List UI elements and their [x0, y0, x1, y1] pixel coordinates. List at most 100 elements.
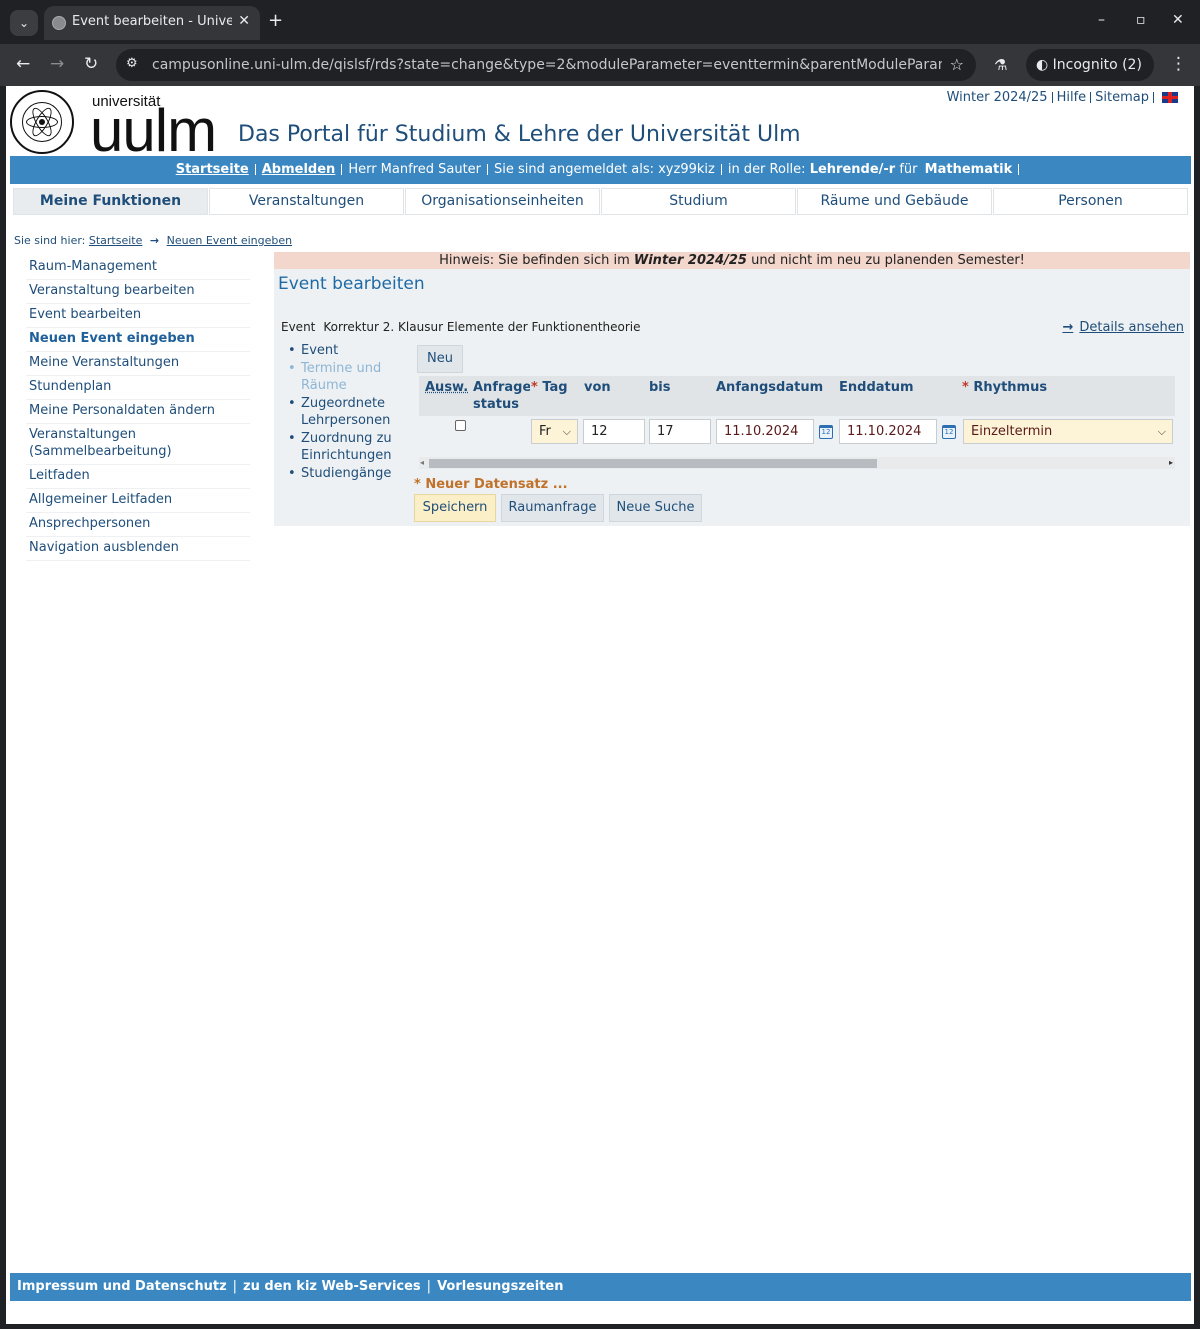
calendar-day: 12: [821, 428, 831, 436]
rhythmus-select-value: Einzeltermin: [971, 424, 1053, 439]
nav-studium[interactable]: Studium: [601, 188, 796, 215]
footer: Impressum und Datenschutz | zu den kiz Web…: [10, 1273, 1191, 1301]
nav-raeume-gebaeude[interactable]: Räume und Gebäude: [797, 188, 992, 215]
sidebar-item-personaldaten[interactable]: Meine Personaldaten ändern: [26, 400, 250, 424]
details-link[interactable]: → Details ansehen: [1058, 320, 1184, 335]
incognito-button[interactable]: ◐ Incognito (2): [1026, 49, 1154, 81]
sidebar-item-ansprechpersonen[interactable]: Ansprechpersonen: [26, 513, 250, 537]
row-select-checkbox[interactable]: [455, 420, 466, 431]
top-links: Winter 2024/25 Hilfe Sitemap: [947, 90, 1178, 105]
enddatum-input[interactable]: 11.10.2024: [839, 419, 937, 444]
sidebar-item-meine-veranstaltungen[interactable]: Meine Veranstaltungen: [26, 352, 250, 376]
room-request-button[interactable]: Raumanfrage: [501, 494, 604, 522]
event-info: Event Korrektur 2. Klausur Elemente der F…: [281, 320, 641, 334]
required-marker: *: [962, 380, 969, 395]
nav-veranstaltungen[interactable]: Veranstaltungen: [209, 188, 404, 215]
event-label: Event: [281, 320, 316, 334]
new-button[interactable]: Neu: [417, 345, 463, 373]
col-von-label: von: [584, 380, 611, 395]
breadcrumb-current[interactable]: Neuen Event eingeben: [167, 234, 292, 247]
col-tag: * Tag: [530, 376, 581, 416]
english-flag-icon[interactable]: [1162, 92, 1178, 103]
col-von: von: [581, 376, 646, 416]
scroll-left-icon[interactable]: ◂: [420, 457, 424, 469]
subnav-einrichtungen[interactable]: Zuordnung zu Einrichtungen: [286, 430, 396, 465]
tag-select[interactable]: Fr ⌵: [531, 419, 578, 444]
minimize-icon[interactable]: –: [1098, 12, 1105, 28]
logout-link[interactable]: Abmelden: [262, 162, 336, 177]
browser-tab[interactable]: Event bearbeiten - Univer ✕: [44, 6, 260, 40]
sidebar-item-veranstaltung-bearbeiten[interactable]: Veranstaltung bearbeiten: [26, 280, 250, 304]
reload-icon[interactable]: ↻: [84, 54, 98, 74]
calendar-day: 12: [944, 428, 954, 436]
calendar-icon[interactable]: 12: [819, 425, 833, 439]
nav-organisationseinheiten[interactable]: Organisationseinheiten: [405, 188, 600, 215]
scrollbar-thumb[interactable]: [429, 459, 877, 468]
help-link[interactable]: Hilfe: [1057, 90, 1087, 105]
sidebar-item-allgemeiner-leitfaden[interactable]: Allgemeiner Leitfaden: [26, 489, 250, 513]
scroll-right-icon[interactable]: ▸: [1169, 457, 1173, 469]
sitemap-link[interactable]: Sitemap: [1095, 90, 1149, 105]
new-record-link[interactable]: * Neuer Datensatz ...: [414, 477, 568, 492]
col-anfangsdatum: Anfangsdatum: [714, 376, 837, 416]
site-info-icon[interactable]: ⚙: [126, 56, 138, 71]
browser-menu-icon[interactable]: ⋮: [1170, 54, 1187, 74]
portal-title: Das Portal für Studium & Lehre der Unive…: [238, 122, 801, 147]
sidebar-item-stundenplan[interactable]: Stundenplan: [26, 376, 250, 400]
sidebar-item-neuen-event[interactable]: Neuen Event eingeben: [26, 328, 250, 352]
tab-title: Event bearbeiten - Univer: [72, 14, 232, 29]
calendar-icon[interactable]: 12: [942, 425, 956, 439]
maximize-icon[interactable]: ▫: [1136, 12, 1146, 28]
footer-kiz-link[interactable]: zu den kiz Web-Services: [243, 1279, 421, 1294]
labs-flask-icon[interactable]: ⚗: [994, 56, 1007, 74]
address-bar[interactable]: ⚙ campusonline.uni-ulm.de/qislsf/rds?sta…: [116, 49, 976, 81]
close-tab-icon[interactable]: ✕: [238, 13, 250, 29]
new-tab-icon[interactable]: +: [268, 10, 283, 31]
col-ausw-label: Ausw.: [425, 380, 469, 395]
notice-before: Hinweis: Sie befinden sich im: [439, 253, 630, 268]
subnav-event[interactable]: Event: [286, 342, 396, 360]
nav-personen[interactable]: Personen: [993, 188, 1188, 215]
col-status: Anfrage-status: [471, 376, 537, 416]
department-value: Mathematik: [924, 162, 1013, 177]
subnav-lehrpersonen[interactable]: Zugeordnete Lehrpersonen: [286, 395, 396, 430]
sidebar-item-leitfaden[interactable]: Leitfaden: [26, 465, 250, 489]
tab-search-button[interactable]: ⌄: [10, 10, 38, 36]
horizontal-scrollbar[interactable]: ◂ ▸: [419, 457, 1175, 469]
bookmark-star-icon[interactable]: ☆: [950, 55, 964, 74]
footer-imprint-link[interactable]: Impressum und Datenschutz: [17, 1279, 227, 1294]
main-content: Hinweis: Sie befinden sich im Winter 202…: [274, 252, 1190, 526]
breadcrumb-home[interactable]: Startseite: [89, 234, 143, 247]
close-window-icon[interactable]: ✕: [1172, 12, 1184, 28]
sidebar-item-navigation-ausblenden[interactable]: Navigation ausblenden: [26, 537, 250, 561]
col-rhythmus: * Rhythmus: [961, 376, 1175, 416]
subnav-termine-raeume[interactable]: Termine und Räume: [286, 360, 396, 395]
sidebar-item-raum-management[interactable]: Raum-Management: [26, 256, 250, 280]
save-button[interactable]: Speichern: [414, 494, 496, 522]
sidebar-item-sammelbearbeitung[interactable]: Veranstaltungen (Sammelbearbeitung): [26, 424, 250, 465]
forward-icon[interactable]: →: [50, 54, 64, 74]
footer-lectures-link[interactable]: Vorlesungszeiten: [437, 1279, 563, 1294]
sidebar-item-event-bearbeiten[interactable]: Event bearbeiten: [26, 304, 250, 328]
for-word: für: [899, 162, 918, 177]
main-nav: Meine Funktionen Veranstaltungen Organis…: [13, 188, 1188, 215]
subnav-studiengaenge[interactable]: Studiengänge: [286, 465, 396, 483]
logo-uulm[interactable]: uulm: [90, 101, 217, 161]
col-anfangsdatum-label: Anfangsdatum: [716, 380, 824, 395]
bis-input[interactable]: 17: [649, 419, 711, 444]
nav-meine-funktionen[interactable]: Meine Funktionen: [13, 188, 208, 215]
details-link-label: Details ansehen: [1079, 320, 1184, 335]
rhythmus-select[interactable]: Einzeltermin ⌵: [963, 419, 1173, 444]
notice-semester: Winter 2024/25: [633, 253, 747, 268]
role-value: Lehrende/-r: [809, 162, 896, 177]
page-title: Event bearbeiten: [278, 274, 425, 294]
incognito-label: Incognito (2): [1052, 57, 1142, 73]
breadcrumb: Sie sind hier: Startseite → Neuen Event …: [14, 234, 292, 247]
anfangsdatum-input[interactable]: 11.10.2024: [716, 419, 814, 444]
von-input[interactable]: 12: [583, 419, 645, 444]
home-link[interactable]: Startseite: [176, 162, 249, 177]
new-search-button[interactable]: Neue Suche: [609, 494, 702, 522]
back-icon[interactable]: ←: [16, 54, 30, 74]
url-text[interactable]: campusonline.uni-ulm.de/qislsf/rds?state…: [152, 57, 942, 73]
semester-link[interactable]: Winter 2024/25: [947, 90, 1048, 105]
